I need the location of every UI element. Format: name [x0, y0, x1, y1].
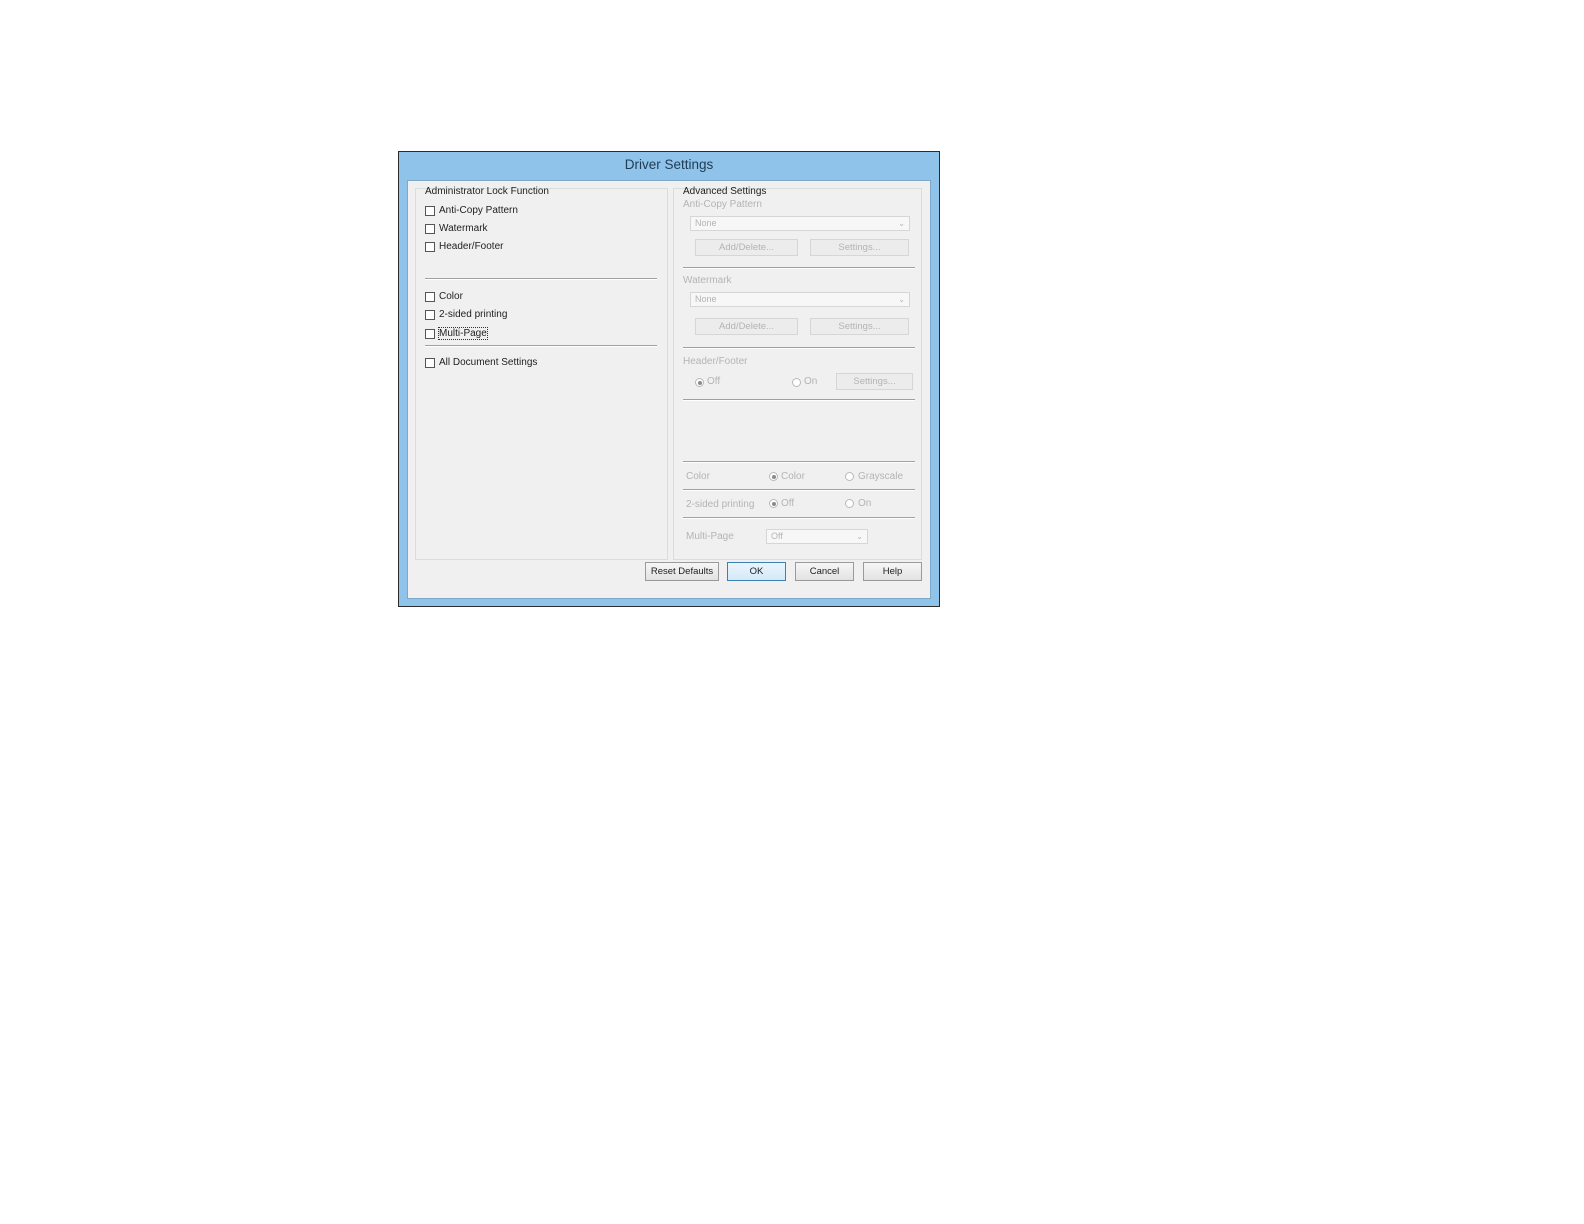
- header-footer-off-radio[interactable]: [695, 378, 704, 387]
- two-sided-off-label: Off: [781, 498, 795, 509]
- watermark-checkbox-label: Watermark: [439, 223, 488, 234]
- admin-lock-separator-1: [425, 278, 657, 280]
- header-footer-off-label: Off: [707, 376, 721, 387]
- header-footer-on-radio[interactable]: [792, 378, 801, 387]
- advanced-separator-3: [683, 399, 915, 401]
- anti-copy-checkbox-label: Anti-Copy Pattern: [439, 205, 518, 216]
- advanced-separator-1: [683, 267, 915, 269]
- watermark-section-label: Watermark: [683, 275, 732, 286]
- header-footer-section-label: Header/Footer: [683, 356, 748, 367]
- watermark-select-value: None: [695, 294, 717, 304]
- header-footer-on-label: On: [804, 376, 818, 387]
- help-button[interactable]: Help: [863, 562, 922, 581]
- header-footer-checkbox-label: Header/Footer: [439, 241, 504, 252]
- grayscale-option-radio[interactable]: [845, 472, 854, 481]
- advanced-settings-heading: Advanced Settings: [683, 186, 767, 197]
- header-footer-checkbox[interactable]: [425, 242, 435, 252]
- admin-lock-separator-2: [425, 345, 657, 347]
- two-sided-checkbox[interactable]: [425, 310, 435, 320]
- anti-copy-select[interactable]: None ⌄: [690, 216, 910, 231]
- multi-page-checkbox[interactable]: [425, 329, 435, 339]
- dialog-title: Driver Settings: [624, 157, 714, 172]
- watermark-checkbox[interactable]: [425, 224, 435, 234]
- color-option-radio[interactable]: [769, 472, 778, 481]
- chevron-down-icon: ⌄: [898, 219, 905, 228]
- two-sided-on-radio[interactable]: [845, 499, 854, 508]
- multi-page-select[interactable]: Off ⌄: [766, 529, 868, 544]
- two-sided-off-radio[interactable]: [769, 499, 778, 508]
- chevron-down-icon: ⌄: [898, 295, 905, 304]
- color-option-label: Color: [781, 471, 805, 482]
- driver-settings-dialog: Driver Settings Administrator Lock Funct…: [398, 151, 940, 607]
- two-sided-on-label: On: [858, 498, 872, 509]
- advanced-separator-5: [683, 489, 915, 491]
- chevron-down-icon: ⌄: [856, 532, 863, 541]
- all-document-settings-checkbox[interactable]: [425, 358, 435, 368]
- grayscale-option-label: Grayscale: [858, 471, 904, 482]
- anti-copy-add-delete-button[interactable]: Add/Delete...: [695, 239, 798, 256]
- color-checkbox[interactable]: [425, 292, 435, 302]
- all-document-settings-checkbox-label: All Document Settings: [439, 357, 538, 368]
- anti-copy-section-label: Anti-Copy Pattern: [683, 199, 762, 210]
- multi-page-select-value: Off: [771, 531, 783, 541]
- header-footer-settings-button[interactable]: Settings...: [836, 373, 913, 390]
- advanced-separator-2: [683, 347, 915, 349]
- two-sided-checkbox-label: 2-sided printing: [439, 309, 508, 320]
- advanced-separator-6: [683, 517, 915, 519]
- watermark-add-delete-button[interactable]: Add/Delete...: [695, 318, 798, 335]
- reset-defaults-button[interactable]: Reset Defaults: [645, 562, 719, 581]
- ok-button[interactable]: OK: [727, 562, 786, 581]
- watermark-select[interactable]: None ⌄: [690, 292, 910, 307]
- anti-copy-settings-button[interactable]: Settings...: [810, 239, 909, 256]
- color-setting-label: Color: [686, 471, 710, 482]
- anti-copy-select-value: None: [695, 218, 717, 228]
- dialog-client-area: Administrator Lock Function Anti-Copy Pa…: [407, 180, 931, 599]
- cancel-button[interactable]: Cancel: [795, 562, 854, 581]
- advanced-separator-4: [683, 461, 915, 463]
- multi-page-checkbox-label: Multi-Page: [438, 327, 488, 340]
- anti-copy-checkbox[interactable]: [425, 206, 435, 216]
- watermark-settings-button[interactable]: Settings...: [810, 318, 909, 335]
- color-checkbox-label: Color: [439, 291, 463, 302]
- multi-page-setting-label: Multi-Page: [686, 531, 734, 542]
- admin-lock-heading: Administrator Lock Function: [425, 186, 549, 197]
- two-sided-setting-label: 2-sided printing: [686, 499, 755, 510]
